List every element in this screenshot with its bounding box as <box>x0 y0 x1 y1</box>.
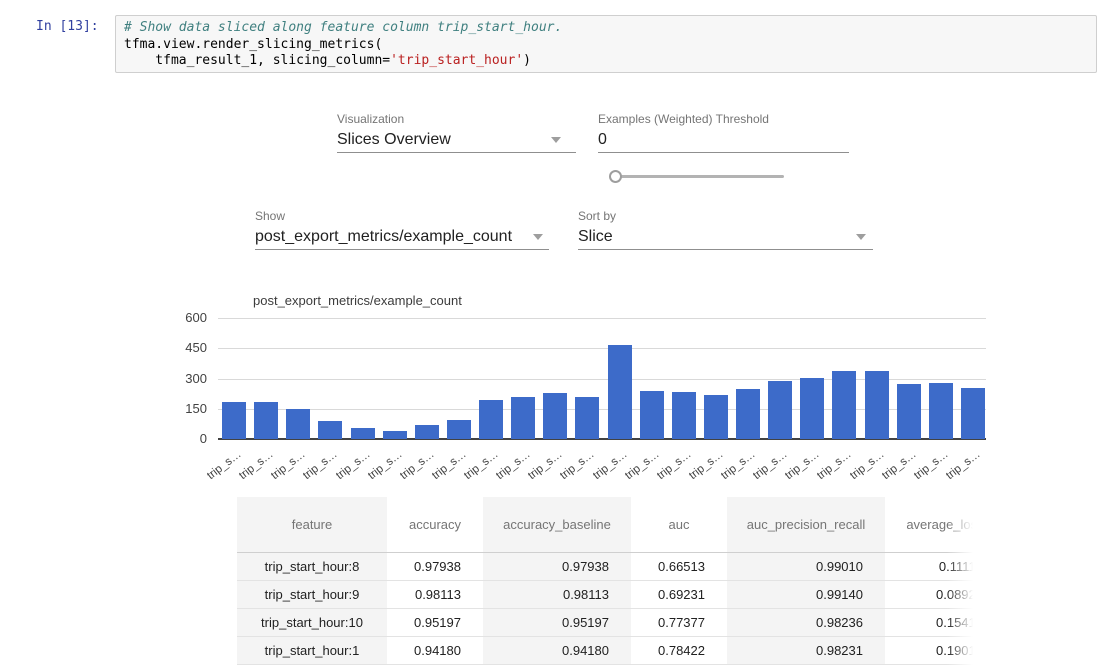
y-tick-label: 600 <box>185 310 207 325</box>
column-header[interactable]: auc <box>631 497 727 552</box>
bar[interactable] <box>543 393 567 439</box>
bar[interactable] <box>575 397 599 439</box>
bar[interactable] <box>479 400 503 439</box>
metric-cell: 0.69231 <box>631 580 727 608</box>
bar[interactable] <box>286 409 310 439</box>
metric-cell: 0.94180 <box>483 636 631 664</box>
feature-cell: trip_start_hour:1 <box>237 636 387 664</box>
sort-by-select[interactable]: Slice <box>578 228 613 246</box>
y-tick-label: 150 <box>185 401 207 416</box>
show-label: Show <box>255 209 285 223</box>
column-header[interactable]: feature <box>237 497 387 552</box>
metrics-table[interactable]: featureaccuracyaccuracy_baselineaucauc_p… <box>237 497 973 668</box>
bar[interactable] <box>704 395 728 439</box>
table-row[interactable]: trip_start_hour:90.981130.981130.692310.… <box>237 580 973 608</box>
visualization-underline <box>337 152 576 153</box>
visualization-select[interactable]: Slices Overview <box>337 131 451 149</box>
metric-cell: 0.98236 <box>727 608 885 636</box>
bar-series <box>222 318 985 439</box>
chevron-down-icon[interactable] <box>533 234 543 240</box>
code-string-literal: 'trip_start_hour' <box>390 53 523 68</box>
sort-underline <box>578 249 873 250</box>
bar[interactable] <box>929 383 953 439</box>
threshold-slider-track[interactable] <box>617 175 784 178</box>
column-header[interactable]: auc_precision_recall <box>727 497 885 552</box>
feature-cell: trip_start_hour:9 <box>237 580 387 608</box>
metric-cell: 0.78422 <box>631 636 727 664</box>
metric-cell: 0.99140 <box>727 580 885 608</box>
cell-prompt: In [13]: <box>36 19 99 34</box>
metric-cell: 0.94180 <box>387 636 483 664</box>
y-tick-label: 300 <box>185 371 207 386</box>
table-row[interactable]: trip_start_hour:80.979380.979380.665130.… <box>237 552 973 580</box>
bar[interactable] <box>351 428 375 439</box>
bar[interactable] <box>736 389 760 439</box>
metric-cell: 0.99010 <box>727 552 885 580</box>
feature-cell: trip_start_hour:10 <box>237 608 387 636</box>
bar[interactable] <box>383 431 407 439</box>
bar[interactable] <box>608 345 632 439</box>
code-line2: tfma.view.render_slicing_metrics( <box>124 37 382 52</box>
show-underline <box>255 249 549 250</box>
code-line3: tfma_result_1, slicing_column='trip_star… <box>124 53 531 68</box>
bar[interactable] <box>447 420 471 439</box>
bar[interactable] <box>832 371 856 439</box>
threshold-underline <box>598 152 849 153</box>
bar[interactable] <box>961 388 985 439</box>
threshold-input[interactable]: 0 <box>598 131 607 149</box>
metric-cell: 0.98113 <box>483 580 631 608</box>
bar[interactable] <box>318 421 342 439</box>
visualization-label: Visualization <box>337 112 404 126</box>
feature-cell: trip_start_hour:8 <box>237 552 387 580</box>
code-cell[interactable]: # Show data sliced along feature column … <box>115 15 1097 73</box>
threshold-label: Examples (Weighted) Threshold <box>598 112 769 126</box>
column-header[interactable]: accuracy <box>387 497 483 552</box>
bar[interactable] <box>800 378 824 440</box>
chevron-down-icon[interactable] <box>551 137 561 143</box>
table-header-row: featureaccuracyaccuracy_baselineaucauc_p… <box>237 497 973 552</box>
bar[interactable] <box>865 371 889 439</box>
table-right-fade <box>947 497 973 668</box>
metric-cell: 0.98231 <box>727 636 885 664</box>
sort-by-label: Sort by <box>578 209 616 223</box>
bar[interactable] <box>222 402 246 439</box>
code-text: # Show data sliced along feature column … <box>124 20 1088 70</box>
code-comment: # Show data sliced along feature column … <box>124 20 562 35</box>
slices-bar-chart[interactable]: post_export_metrics/example_count 600 450… <box>185 292 997 488</box>
y-tick-label: 450 <box>185 340 207 355</box>
chevron-down-icon[interactable] <box>856 234 866 240</box>
legend-swatch <box>222 294 246 307</box>
show-metric-select[interactable]: post_export_metrics/example_count <box>255 228 512 246</box>
table-row[interactable]: trip_start_hour:10.941800.941800.784220.… <box>237 636 973 664</box>
bar[interactable] <box>511 397 535 439</box>
bar[interactable] <box>415 425 439 439</box>
metric-cell: 0.95197 <box>483 608 631 636</box>
bar[interactable] <box>672 392 696 439</box>
column-header[interactable]: accuracy_baseline <box>483 497 631 552</box>
metric-cell: 0.66513 <box>631 552 727 580</box>
bar[interactable] <box>897 384 921 439</box>
metric-cell: 0.77377 <box>631 608 727 636</box>
legend-label: post_export_metrics/example_count <box>253 293 462 308</box>
metric-cell: 0.97938 <box>387 552 483 580</box>
metric-cell: 0.98113 <box>387 580 483 608</box>
bar[interactable] <box>254 402 278 439</box>
threshold-slider-thumb[interactable] <box>609 170 622 183</box>
bar[interactable] <box>640 391 664 439</box>
table-row[interactable]: trip_start_hour:100.951970.951970.773770… <box>237 608 973 636</box>
metric-cell: 0.95197 <box>387 608 483 636</box>
y-tick-label: 0 <box>185 431 207 446</box>
metric-cell: 0.97938 <box>483 552 631 580</box>
bar[interactable] <box>768 381 792 439</box>
metrics-table-grid: featureaccuracyaccuracy_baselineaucauc_p… <box>237 497 973 665</box>
